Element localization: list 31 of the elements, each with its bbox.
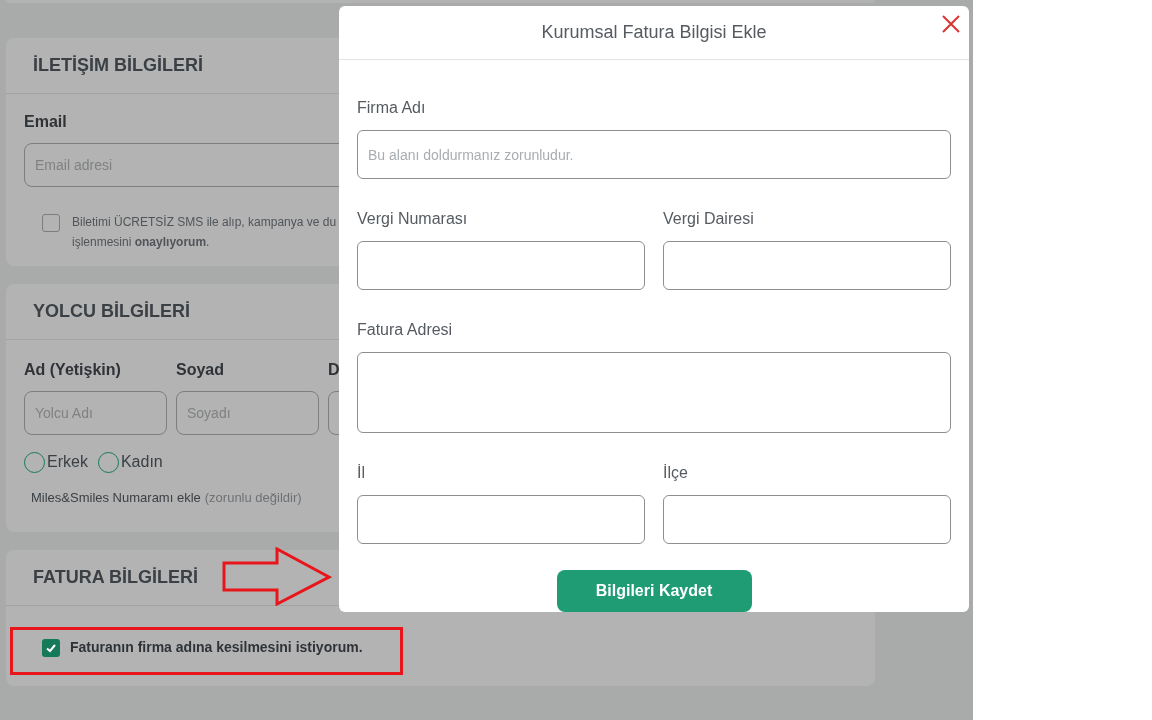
field-label: Vergi Numarası [357,209,469,229]
modal-title: Kurumsal Fatura Bilgisi Ekle [541,21,767,44]
field-label: İl [357,463,366,483]
checkbox[interactable] [42,638,60,657]
field-label: D [328,360,341,380]
input-field[interactable] [663,495,951,544]
consent-text: Biletimi ÜCRETSİZ SMS ile alıp, kampanya ve du [72,214,337,231]
checkbox[interactable] [42,214,60,232]
field-label: Fatura Adresi [357,320,454,340]
section-title: İLETİŞİM BİLGİLERİ [33,54,203,77]
section-title: FATURA BİLGİLERİ [33,566,198,589]
save-button[interactable]: Bilgileri Kaydet [556,570,752,612]
input-field[interactable]: Bu alanı doldurmanız zorunludur. [357,130,951,179]
input-field[interactable] [663,241,951,290]
close-icon[interactable] [941,14,961,34]
field-label: İlçe [663,463,689,483]
field-label: Soyad [176,360,225,380]
field-label: Vergi Dairesi [663,209,755,229]
address-field[interactable] [357,352,951,433]
miles-link[interactable]: Miles&Smiles Numaramı ekle [31,488,201,508]
input-field[interactable] [357,495,645,544]
consent-text: işlenmesini onaylıyorum. [72,234,211,251]
field-label: Ad (Yetişkin) [24,360,122,380]
input-field[interactable] [357,241,645,290]
field-label: Firma Adı [357,98,427,118]
radio-label: Erkek [47,452,88,472]
field-label: Email [24,112,68,132]
section-title: YOLCU BİLGİLERİ [33,300,190,323]
optional-note: (zorunlu değildir) [204,489,302,507]
checkbox-label: Faturanın firma adına kesilmesini istiyorum. [70,638,363,657]
radio-label: Kadın [120,452,163,472]
